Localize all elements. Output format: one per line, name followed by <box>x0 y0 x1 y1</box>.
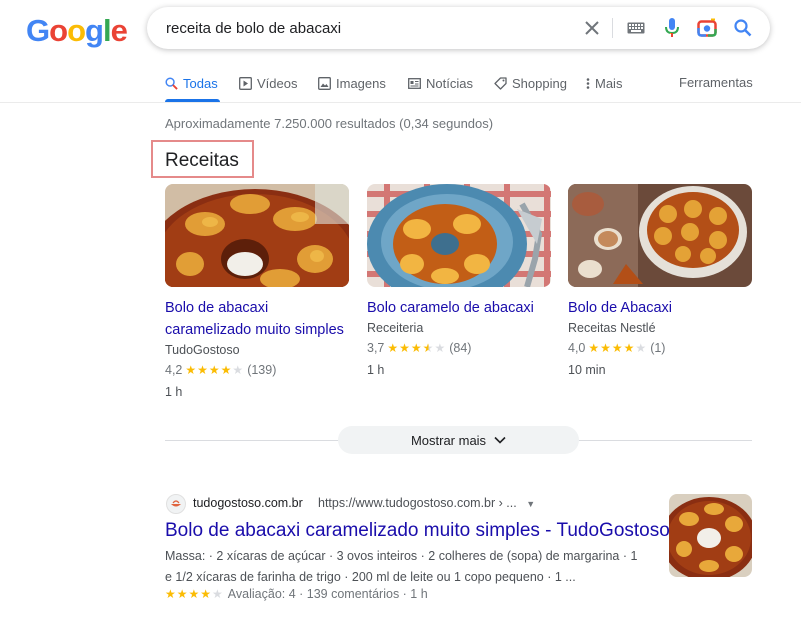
logo-letter: l <box>102 13 112 48</box>
show-more-button[interactable]: Mostrar mais <box>338 426 579 454</box>
clear-icon[interactable] <box>580 16 604 40</box>
recipe-rating: 3,7 ★★★★★ (84) <box>367 341 551 355</box>
recipe-rating: 4,2 ★★★★★ (139) <box>165 363 349 377</box>
google-logo[interactable]: Google <box>26 13 128 49</box>
tab-label: Vídeos <box>257 75 298 91</box>
microphone-icon[interactable] <box>660 16 684 40</box>
tab-label: Imagens <box>336 75 386 91</box>
recipe-time: 1 h <box>165 385 183 399</box>
recipes-heading: Receitas <box>165 150 239 171</box>
result-url-text: https://www.tudogostoso.com.br › ... <box>318 496 517 510</box>
recipe-image[interactable] <box>568 184 752 287</box>
recipe-time: 10 min <box>568 363 606 377</box>
recipe-time: 1 h <box>367 363 385 377</box>
tools-button[interactable]: Ferramentas <box>679 75 753 90</box>
recipe-source: Receitas Nestlé <box>568 321 656 335</box>
recipe-rating: 4,0 ★★★★★ (1) <box>568 341 752 355</box>
recipe-card[interactable]: Bolo caramelo de abacaxi Receiteria 3,7 … <box>367 184 551 377</box>
stars-icon: ★★★★★ <box>387 341 447 355</box>
search-icon[interactable] <box>731 16 755 40</box>
result-title[interactable]: Bolo de abacaxi caramelizado muito simpl… <box>165 520 670 542</box>
news-icon <box>408 77 421 89</box>
logo-letter: o <box>67 13 86 48</box>
site-favicon-icon <box>166 494 186 514</box>
recipe-card[interactable]: Bolo de abacaxi caramelizado muito simpl… <box>165 184 349 399</box>
chevron-down-icon <box>494 436 506 444</box>
logo-letter: e <box>110 13 128 48</box>
caret-down-icon[interactable]: ▼ <box>526 499 535 509</box>
lens-icon[interactable] <box>695 16 719 40</box>
recipe-image[interactable] <box>367 184 551 287</box>
tab-label: Shopping <box>512 75 567 91</box>
rating-value: 4,2 <box>165 363 183 377</box>
tab-label: Todas <box>183 75 218 91</box>
play-icon <box>239 76 252 90</box>
result-site-name[interactable]: tudogostoso.com.br <box>193 496 303 510</box>
recipe-title[interactable]: Bolo de Abacaxi <box>568 297 752 319</box>
tab-label: Mais <box>595 75 623 91</box>
recipe-title[interactable]: Bolo caramelo de abacaxi <box>367 297 551 319</box>
more-vert-icon <box>586 77 590 89</box>
rating-value: 3,7 <box>367 341 385 355</box>
tab-videos[interactable]: Vídeos <box>239 74 297 92</box>
stars-icon: ★★★★★ <box>185 363 245 377</box>
result-thumbnail[interactable] <box>669 494 752 577</box>
header-divider <box>0 102 801 103</box>
tab-label: Notícias <box>426 75 473 91</box>
result-rating: ★★★★★ Avaliação: 4 · 139 comentários · 1… <box>165 587 428 601</box>
tab-more[interactable]: Mais <box>586 74 622 92</box>
recipe-image[interactable] <box>165 184 349 287</box>
rating-value: 4,0 <box>568 341 586 355</box>
result-rating-text: Avaliação: 4 · 139 comentários · 1 h <box>227 587 428 601</box>
show-more-label: Mostrar mais <box>410 432 487 448</box>
tab-images[interactable]: Imagens <box>318 74 386 92</box>
recipe-card[interactable]: Bolo de Abacaxi Receitas Nestlé 4,0 ★★★★… <box>568 184 752 377</box>
tab-all[interactable]: Todas <box>165 74 218 92</box>
keyboard-icon[interactable] <box>624 16 648 40</box>
logo-letter: G <box>26 13 50 48</box>
rating-count: (139) <box>247 363 277 377</box>
search-icon <box>165 76 178 90</box>
recipe-title[interactable]: Bolo de abacaxi caramelizado muito simpl… <box>165 297 349 341</box>
recipe-source: Receiteria <box>367 321 424 335</box>
result-snippet: Massa: · 2 xícaras de açúcar · 3 ovos in… <box>165 549 638 584</box>
tab-news[interactable]: Notícias <box>408 74 473 92</box>
logo-letter: g <box>85 13 104 48</box>
result-stats: Aproximadamente 7.250.000 resultados (0,… <box>165 116 494 131</box>
rating-count: (84) <box>449 341 472 355</box>
result-url[interactable]: https://www.tudogostoso.com.br › ... ▼ <box>318 496 535 510</box>
image-icon <box>318 76 331 90</box>
stars-icon: ★★★★★ <box>165 587 224 601</box>
search-input[interactable]: receita de bolo de abacaxi <box>166 20 341 37</box>
search-divider <box>612 18 613 38</box>
search-box[interactable]: receita de bolo de abacaxi <box>147 7 770 49</box>
recipe-source: TudoGostoso <box>165 343 240 357</box>
logo-letter: o <box>49 13 68 48</box>
tag-icon <box>494 76 507 90</box>
stars-icon: ★★★★★ <box>588 341 648 355</box>
tab-shopping[interactable]: Shopping <box>494 74 567 92</box>
rating-count: (1) <box>650 341 666 355</box>
